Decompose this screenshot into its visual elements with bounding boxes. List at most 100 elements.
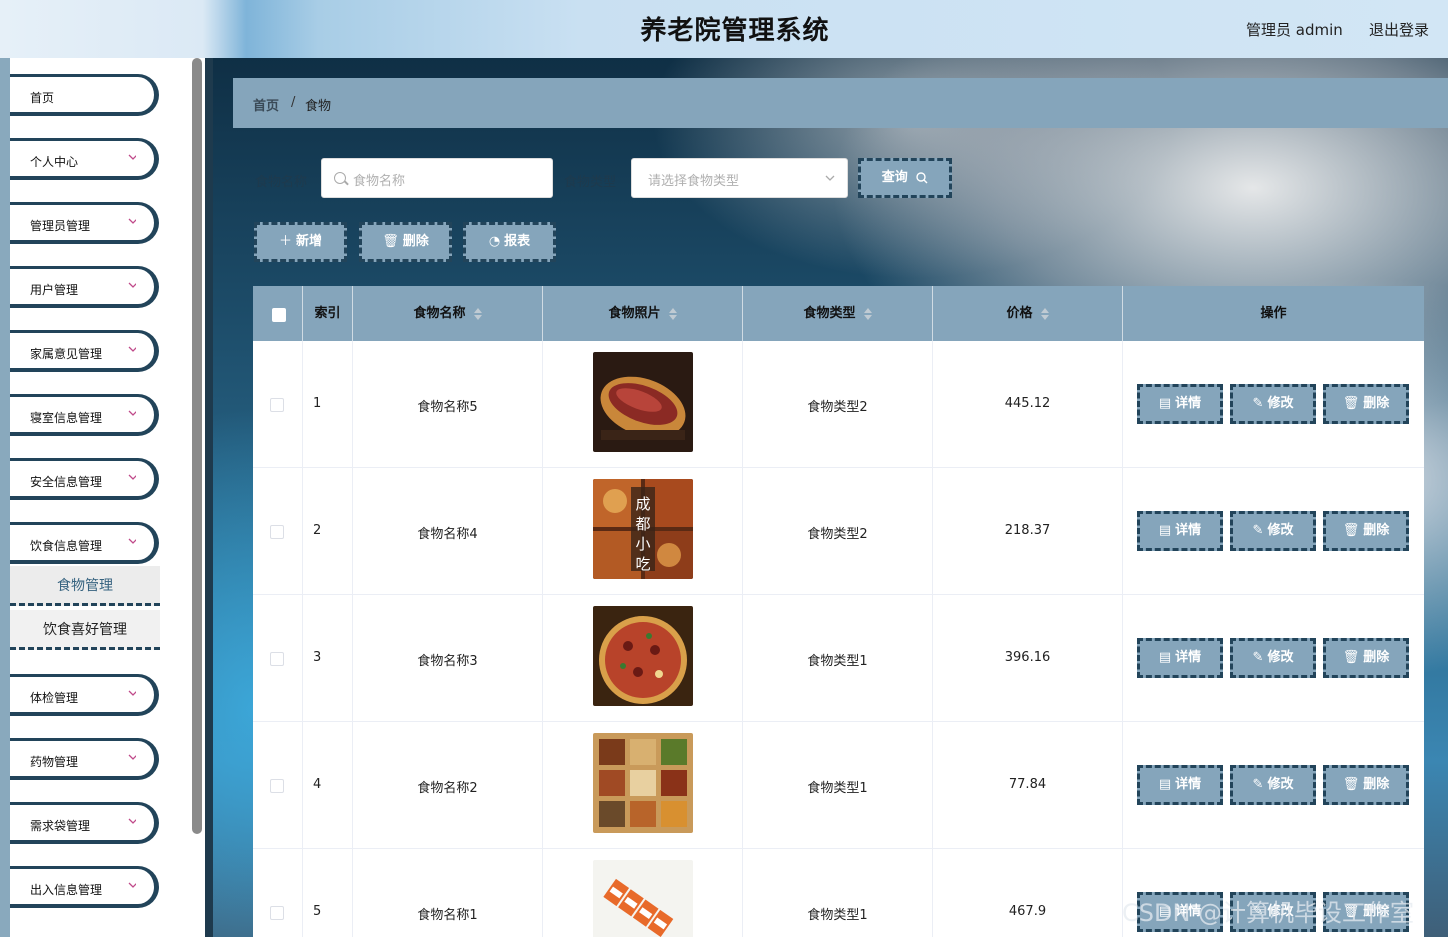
- food-name: 食物名称5: [417, 400, 478, 415]
- delete-button[interactable]: 🗑 删除: [1323, 511, 1409, 551]
- sidebar-item[interactable]: 首页: [10, 74, 159, 116]
- sidebar-subitem[interactable]: 食物管理: [10, 566, 160, 606]
- row-checkbox[interactable]: [270, 525, 284, 539]
- header-select-all[interactable]: [253, 286, 303, 341]
- sidebar-item[interactable]: 用户管理: [10, 266, 159, 308]
- detail-button[interactable]: ▤ 详情: [1137, 511, 1223, 551]
- report-button[interactable]: ◔ 报表: [463, 222, 556, 262]
- svg-text:成: 成: [635, 495, 650, 513]
- name-cell: 食物名称5: [353, 341, 543, 468]
- col-name[interactable]: 食物名称: [353, 286, 543, 341]
- food-photo: 成都小吃: [593, 479, 693, 579]
- sidebar-item-label: 安全信息管理: [30, 475, 103, 489]
- sidebar-scrollbar[interactable]: [192, 58, 202, 834]
- sidebar-item[interactable]: 体检管理: [10, 674, 159, 716]
- photo-cell: [543, 595, 743, 722]
- logout-link[interactable]: 退出登录: [1369, 19, 1429, 40]
- top-header: 养老院管理系统 管理员 admin 退出登录: [0, 0, 1448, 58]
- food-type-select[interactable]: 请选择食物类型: [631, 158, 848, 198]
- edit-button-label: 修改: [1267, 396, 1294, 411]
- food-type-label: 食物类型: [564, 175, 617, 190]
- row-checkbox[interactable]: [270, 652, 284, 666]
- sort-icon[interactable]: [668, 307, 677, 320]
- row-checkbox[interactable]: [270, 398, 284, 412]
- edit-button[interactable]: ✎ 修改: [1230, 384, 1316, 424]
- edit-button-label: 修改: [1267, 523, 1294, 538]
- query-button[interactable]: 查询: [858, 158, 952, 198]
- pencil-icon: ✎: [1252, 523, 1264, 538]
- batch-delete-label: 删除: [402, 234, 429, 249]
- breadcrumb-current: 食物: [305, 99, 332, 114]
- sidebar-subitem[interactable]: 饮食喜好管理: [10, 610, 160, 650]
- edit-button[interactable]: ✎ 修改: [1230, 511, 1316, 551]
- food-price: 77.84: [1008, 777, 1047, 792]
- food-name-input[interactable]: 食物名称: [321, 158, 553, 198]
- food-photo: [593, 733, 693, 833]
- sidebar-item[interactable]: 出入信息管理: [10, 866, 159, 908]
- app-title: 养老院管理系统: [640, 16, 830, 46]
- food-photo: [593, 606, 693, 706]
- sidebar-item[interactable]: 饮食信息管理: [10, 522, 159, 564]
- chevron-down-icon: [128, 218, 136, 224]
- col-photo[interactable]: 食物照片: [543, 286, 743, 341]
- index-cell: 5: [303, 849, 353, 937]
- chevron-down-icon: [128, 474, 136, 480]
- delete-button-label: 删除: [1363, 523, 1390, 538]
- food-type-placeholder: 请选择食物类型: [648, 174, 740, 189]
- add-button[interactable]: ＋ 新增: [254, 222, 347, 262]
- detail-button-label: 详情: [1175, 650, 1202, 665]
- sidebar-item[interactable]: 个人中心: [10, 138, 159, 180]
- sidebar-item[interactable]: 家属意见管理: [10, 330, 159, 372]
- chevron-down-icon: [128, 818, 136, 824]
- delete-button-label: 删除: [1363, 650, 1390, 665]
- document-icon: ▤: [1158, 523, 1172, 538]
- sidebar-item[interactable]: 管理员管理: [10, 202, 159, 244]
- food-type: 食物类型1: [807, 908, 868, 923]
- edit-button[interactable]: ✎ 修改: [1230, 765, 1316, 805]
- col-price[interactable]: 价格: [933, 286, 1123, 341]
- query-button-label: 查询: [881, 170, 908, 185]
- food-type: 食物类型1: [807, 654, 868, 669]
- food-name: 食物名称3: [417, 654, 478, 669]
- detail-button[interactable]: ▤ 详情: [1137, 765, 1223, 805]
- sidebar-item[interactable]: 药物管理: [10, 738, 159, 780]
- sidebar-item-label: 管理员管理: [30, 219, 91, 233]
- row-checkbox[interactable]: [270, 779, 284, 793]
- row-checkbox[interactable]: [270, 906, 284, 920]
- detail-button[interactable]: ▤ 详情: [1137, 384, 1223, 424]
- food-type: 食物类型1: [807, 781, 868, 796]
- row-select-cell: [253, 849, 303, 937]
- select-all-checkbox[interactable]: [272, 308, 286, 322]
- type-cell: 食物类型2: [743, 341, 933, 468]
- delete-button[interactable]: 🗑 删除: [1323, 765, 1409, 805]
- delete-button[interactable]: 🗑 删除: [1323, 384, 1409, 424]
- detail-button-label: 详情: [1175, 396, 1202, 411]
- batch-delete-button[interactable]: 🗑 删除: [359, 222, 452, 262]
- sidebar: 首页个人中心管理员管理用户管理家属意见管理 寝室信息管理安全信息管理饮食信息管理体…: [0, 58, 205, 937]
- food-name: 食物名称1: [417, 908, 478, 923]
- col-index: 索引: [303, 286, 353, 341]
- col-photo-label: 食物照片: [608, 306, 661, 321]
- breadcrumb-separator: /: [291, 95, 296, 110]
- sidebar-item-label: 药物管理: [30, 755, 79, 769]
- sort-icon[interactable]: [1040, 307, 1049, 320]
- detail-button[interactable]: ▤ 详情: [1137, 638, 1223, 678]
- col-type[interactable]: 食物类型: [743, 286, 933, 341]
- type-cell: 食物类型2: [743, 468, 933, 595]
- delete-button[interactable]: 🗑 删除: [1323, 638, 1409, 678]
- sidebar-item[interactable]: 需求袋管理: [10, 802, 159, 844]
- sidebar-item-label: 需求袋管理: [30, 819, 91, 833]
- sort-icon[interactable]: [863, 307, 872, 320]
- chevron-down-icon: [825, 175, 835, 181]
- edit-button[interactable]: ✎ 修改: [1230, 638, 1316, 678]
- chevron-down-icon: [128, 754, 136, 760]
- sidebar-item[interactable]: 寝室信息管理: [10, 394, 159, 436]
- breadcrumb: 首页 / 食物: [233, 78, 1448, 128]
- food-name: 食物名称2: [417, 781, 478, 796]
- breadcrumb-home[interactable]: 首页: [253, 95, 279, 114]
- trash-icon: 🗑: [1342, 777, 1360, 792]
- sidebar-item[interactable]: 安全信息管理: [10, 458, 159, 500]
- sort-icon[interactable]: [473, 307, 482, 320]
- food-photo: [593, 860, 693, 937]
- pencil-icon: ✎: [1252, 650, 1264, 665]
